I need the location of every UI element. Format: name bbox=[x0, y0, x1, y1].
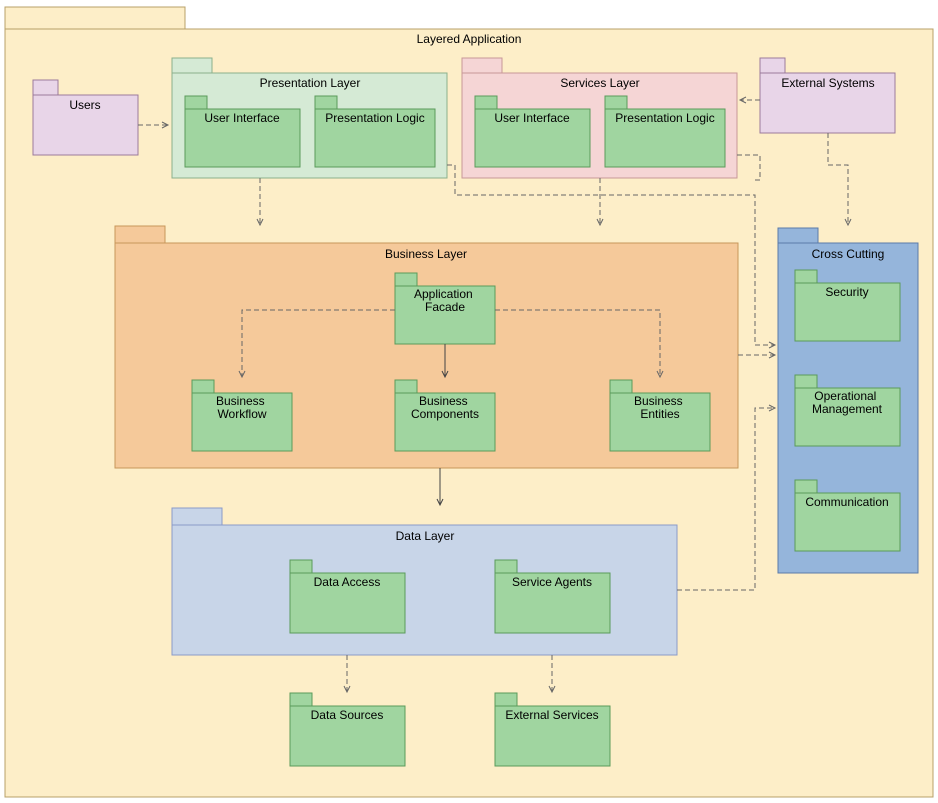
layered-architecture-diagram: Layered Application Users External Syste… bbox=[0, 0, 938, 803]
data-layer-title: Data Layer bbox=[396, 529, 455, 543]
biz-workflow-label: Business Workflow bbox=[216, 394, 268, 421]
ui-label-1: User Interface bbox=[204, 111, 280, 125]
services-layer-title: Services Layer bbox=[560, 76, 639, 90]
biz-components-label: Business Components bbox=[411, 394, 479, 421]
op-mgmt-label: Operational Management bbox=[812, 389, 883, 416]
ui-label-2: User Interface bbox=[494, 111, 570, 125]
biz-entities-label: Business Entities bbox=[634, 394, 686, 421]
plogic-label-1: Presentation Logic bbox=[325, 111, 424, 125]
users-label: Users bbox=[69, 98, 100, 112]
external-services-label: External Services bbox=[505, 708, 598, 722]
package-data-layer[interactable]: Data Layer Data Access Service Agents bbox=[172, 508, 677, 655]
service-agents-label: Service Agents bbox=[512, 575, 592, 589]
plogic-label-2: Presentation Logic bbox=[615, 111, 714, 125]
layered-app-title: Layered Application bbox=[417, 32, 522, 46]
data-sources-label: Data Sources bbox=[311, 708, 384, 722]
security-label: Security bbox=[825, 285, 868, 299]
communication-label: Communication bbox=[805, 495, 888, 509]
cross-cutting-title: Cross Cutting bbox=[812, 247, 885, 261]
data-access-label: Data Access bbox=[314, 575, 381, 589]
package-cross-cutting[interactable]: Cross Cutting Security Operational Manag… bbox=[778, 228, 918, 573]
package-services-layer[interactable]: Services Layer User Interface Presentati… bbox=[462, 58, 737, 178]
presentation-layer-title: Presentation Layer bbox=[260, 76, 361, 90]
business-layer-title: Business Layer bbox=[385, 247, 467, 261]
package-presentation-layer[interactable]: Presentation Layer User Interface Presen… bbox=[172, 58, 447, 178]
external-systems-label: External Systems bbox=[781, 76, 874, 90]
package-business-layer[interactable]: Business Layer Application Facade Busine… bbox=[115, 226, 738, 468]
